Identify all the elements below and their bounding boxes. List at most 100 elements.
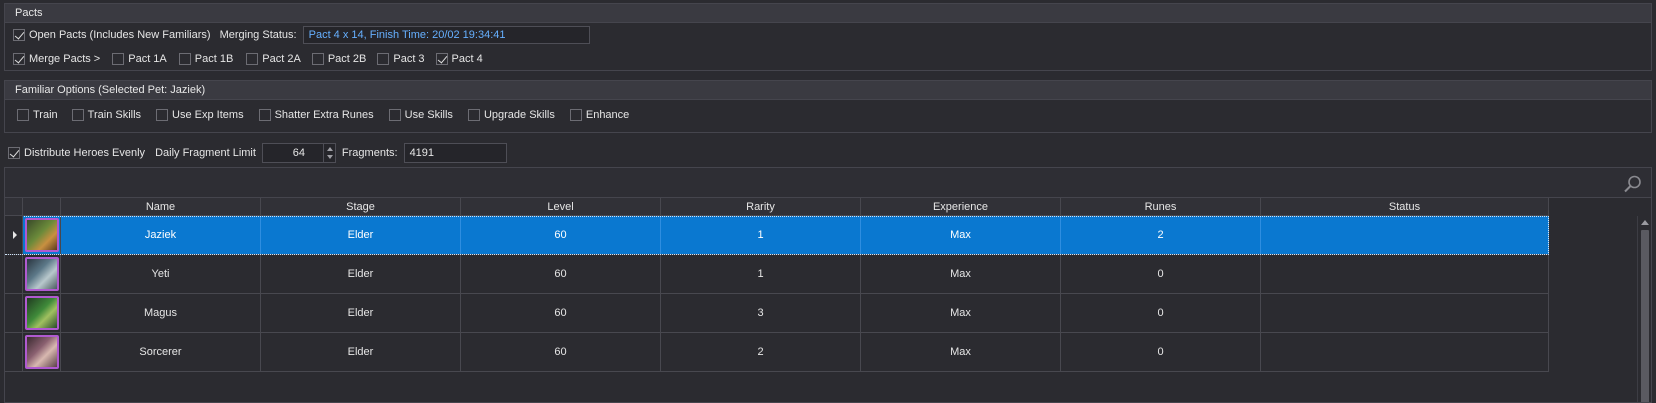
table-row[interactable]: Magus Elder 60 3 Max 0	[5, 294, 1549, 333]
familiar-options-row: Train Train Skills Use Exp Items Shatter Ex…	[13, 107, 629, 123]
fragments-field[interactable]: 4191	[403, 143, 507, 163]
familiar-use-exp-items-checkbox[interactable]: Use Exp Items	[156, 109, 244, 121]
pact-2a-label: Pact 2A	[262, 53, 301, 65]
familiar-train-skills-checkbox[interactable]: Train Skills	[71, 109, 141, 121]
column-header-runes[interactable]: Runes	[1061, 198, 1261, 216]
column-header-rarity[interactable]: Rarity	[661, 198, 861, 216]
name-cell[interactable]: Magus	[61, 294, 261, 332]
stage-cell[interactable]: Elder	[261, 216, 461, 254]
column-header-name[interactable]: Name	[61, 198, 261, 216]
row-header-corner	[5, 198, 23, 216]
familiar-train-checkbox[interactable]: Train	[17, 109, 58, 121]
runes-cell[interactable]: 0	[1061, 255, 1261, 293]
icon-column-header	[23, 198, 61, 216]
pact-4-label: Pact 4	[451, 53, 483, 65]
shatter-extra-runes-label: Shatter Extra Runes	[274, 109, 374, 121]
experience-cell[interactable]: Max	[861, 255, 1061, 293]
experience-cell[interactable]: Max	[861, 216, 1061, 254]
merging-status-label: Merging Status:	[219, 29, 297, 41]
experience-cell[interactable]: Max	[861, 294, 1061, 332]
column-header-level[interactable]: Level	[461, 198, 661, 216]
familiar-options-group: Familiar Options (Selected Pet: Jaziek) …	[4, 80, 1652, 133]
grid-toolbar	[5, 168, 1651, 198]
pact-pact-1a-checkbox[interactable]: Pact 1A	[112, 53, 167, 65]
spin-down-icon[interactable]	[326, 155, 333, 159]
daily-fragment-limit-spinner[interactable]: 64	[261, 143, 336, 163]
pacts-row-2: Merge Pacts > Pact 1A Pact 1B Pact 2A Pact …	[13, 51, 483, 67]
rarity-cell[interactable]: 1	[661, 216, 861, 254]
status-cell[interactable]	[1261, 333, 1549, 371]
open-pacts-label: Open Pacts (Includes New Familiars)	[29, 29, 211, 41]
open-pacts-checkbox[interactable]: Open Pacts (Includes New Familiars)	[13, 29, 211, 41]
level-cell[interactable]: 60	[461, 255, 661, 293]
runes-cell[interactable]: 2	[1061, 216, 1261, 254]
pact-pact-1b-checkbox[interactable]: Pact 1B	[178, 53, 233, 65]
spin-up-icon[interactable]	[326, 147, 333, 151]
rarity-cell[interactable]: 3	[661, 294, 861, 332]
pact-1a-check-icon	[112, 53, 125, 65]
use-skills-check-icon	[388, 109, 401, 121]
pact-3-check-icon	[377, 53, 390, 65]
pet-icon-cell	[23, 333, 61, 371]
name-cell[interactable]: Sorcerer	[61, 333, 261, 371]
daily-fragment-limit-label: Daily Fragment Limit	[155, 147, 256, 159]
vertical-scrollbar[interactable]	[1637, 216, 1651, 402]
train-skills-check-icon	[71, 109, 84, 121]
table-row[interactable]: Sorcerer Elder 60 2 Max 0	[5, 333, 1549, 372]
jaziek-avatar-icon	[24, 218, 59, 252]
familiar-options-header: Familiar Options (Selected Pet: Jaziek)	[5, 81, 1651, 100]
search-icon[interactable]	[1623, 174, 1643, 194]
use-exp-items-check-icon	[156, 109, 169, 121]
pact-pact-4-checkbox[interactable]: Pact 4	[435, 53, 483, 65]
fragments-row: Distribute Heroes Evenly Daily Fragment …	[8, 143, 507, 163]
column-header-stage[interactable]: Stage	[261, 198, 461, 216]
table-row[interactable]: Yeti Elder 60 1 Max 0	[5, 255, 1549, 294]
rarity-cell[interactable]: 2	[661, 333, 861, 371]
magus-avatar-icon	[24, 296, 59, 330]
rarity-cell[interactable]: 1	[661, 255, 861, 293]
level-cell[interactable]: 60	[461, 216, 661, 254]
row-header[interactable]	[5, 333, 23, 371]
pact-pact-3-checkbox[interactable]: Pact 3	[377, 53, 425, 65]
row-header[interactable]	[5, 255, 23, 293]
use-exp-items-label: Use Exp Items	[172, 109, 244, 121]
pact-1a-label: Pact 1A	[128, 53, 167, 65]
merging-status-field[interactable]: Pact 4 x 14, Finish Time: 20/02 19:34:41	[302, 26, 590, 44]
name-cell[interactable]: Yeti	[61, 255, 261, 293]
level-cell[interactable]: 60	[461, 333, 661, 371]
column-header-status[interactable]: Status	[1261, 198, 1549, 216]
scroll-thumb[interactable]	[1641, 230, 1649, 402]
name-cell[interactable]: Jaziek	[61, 216, 261, 254]
table-row[interactable]: Jaziek Elder 60 1 Max 2	[5, 216, 1549, 255]
pact-pact-2a-checkbox[interactable]: Pact 2A	[246, 53, 301, 65]
current-row-arrow-icon	[13, 231, 17, 239]
stage-cell[interactable]: Elder	[261, 333, 461, 371]
merge-pacts-label: Merge Pacts >	[29, 53, 101, 65]
pact-3-label: Pact 3	[393, 53, 425, 65]
runes-cell[interactable]: 0	[1061, 294, 1261, 332]
pact-pact-2b-checkbox[interactable]: Pact 2B	[311, 53, 366, 65]
stage-cell[interactable]: Elder	[261, 255, 461, 293]
enhance-label: Enhance	[585, 109, 630, 121]
experience-cell[interactable]: Max	[861, 333, 1061, 371]
row-header[interactable]	[5, 294, 23, 332]
daily-fragment-limit-value: 64	[292, 147, 306, 159]
column-header-experience[interactable]: Experience	[861, 198, 1061, 216]
familiar-use-skills-checkbox[interactable]: Use Skills	[388, 109, 453, 121]
familiar-upgrade-skills-checkbox[interactable]: Upgrade Skills	[467, 109, 555, 121]
level-cell[interactable]: 60	[461, 294, 661, 332]
row-header[interactable]	[5, 216, 23, 254]
pact-1b-check-icon	[178, 53, 191, 65]
scroll-up-icon[interactable]	[1641, 220, 1649, 225]
familiar-enhance-checkbox[interactable]: Enhance	[569, 109, 630, 121]
merge-pacts-checkbox[interactable]: Merge Pacts >	[13, 53, 100, 65]
distribute-heroes-checkbox[interactable]: Distribute Heroes Evenly	[8, 147, 145, 159]
status-cell[interactable]	[1261, 216, 1549, 254]
spinner-arrows[interactable]	[322, 144, 335, 162]
status-cell[interactable]	[1261, 294, 1549, 332]
pacts-group-header: Pacts	[5, 4, 1651, 23]
familiar-shatter-extra-runes-checkbox[interactable]: Shatter Extra Runes	[258, 109, 374, 121]
status-cell[interactable]	[1261, 255, 1549, 293]
runes-cell[interactable]: 0	[1061, 333, 1261, 371]
stage-cell[interactable]: Elder	[261, 294, 461, 332]
